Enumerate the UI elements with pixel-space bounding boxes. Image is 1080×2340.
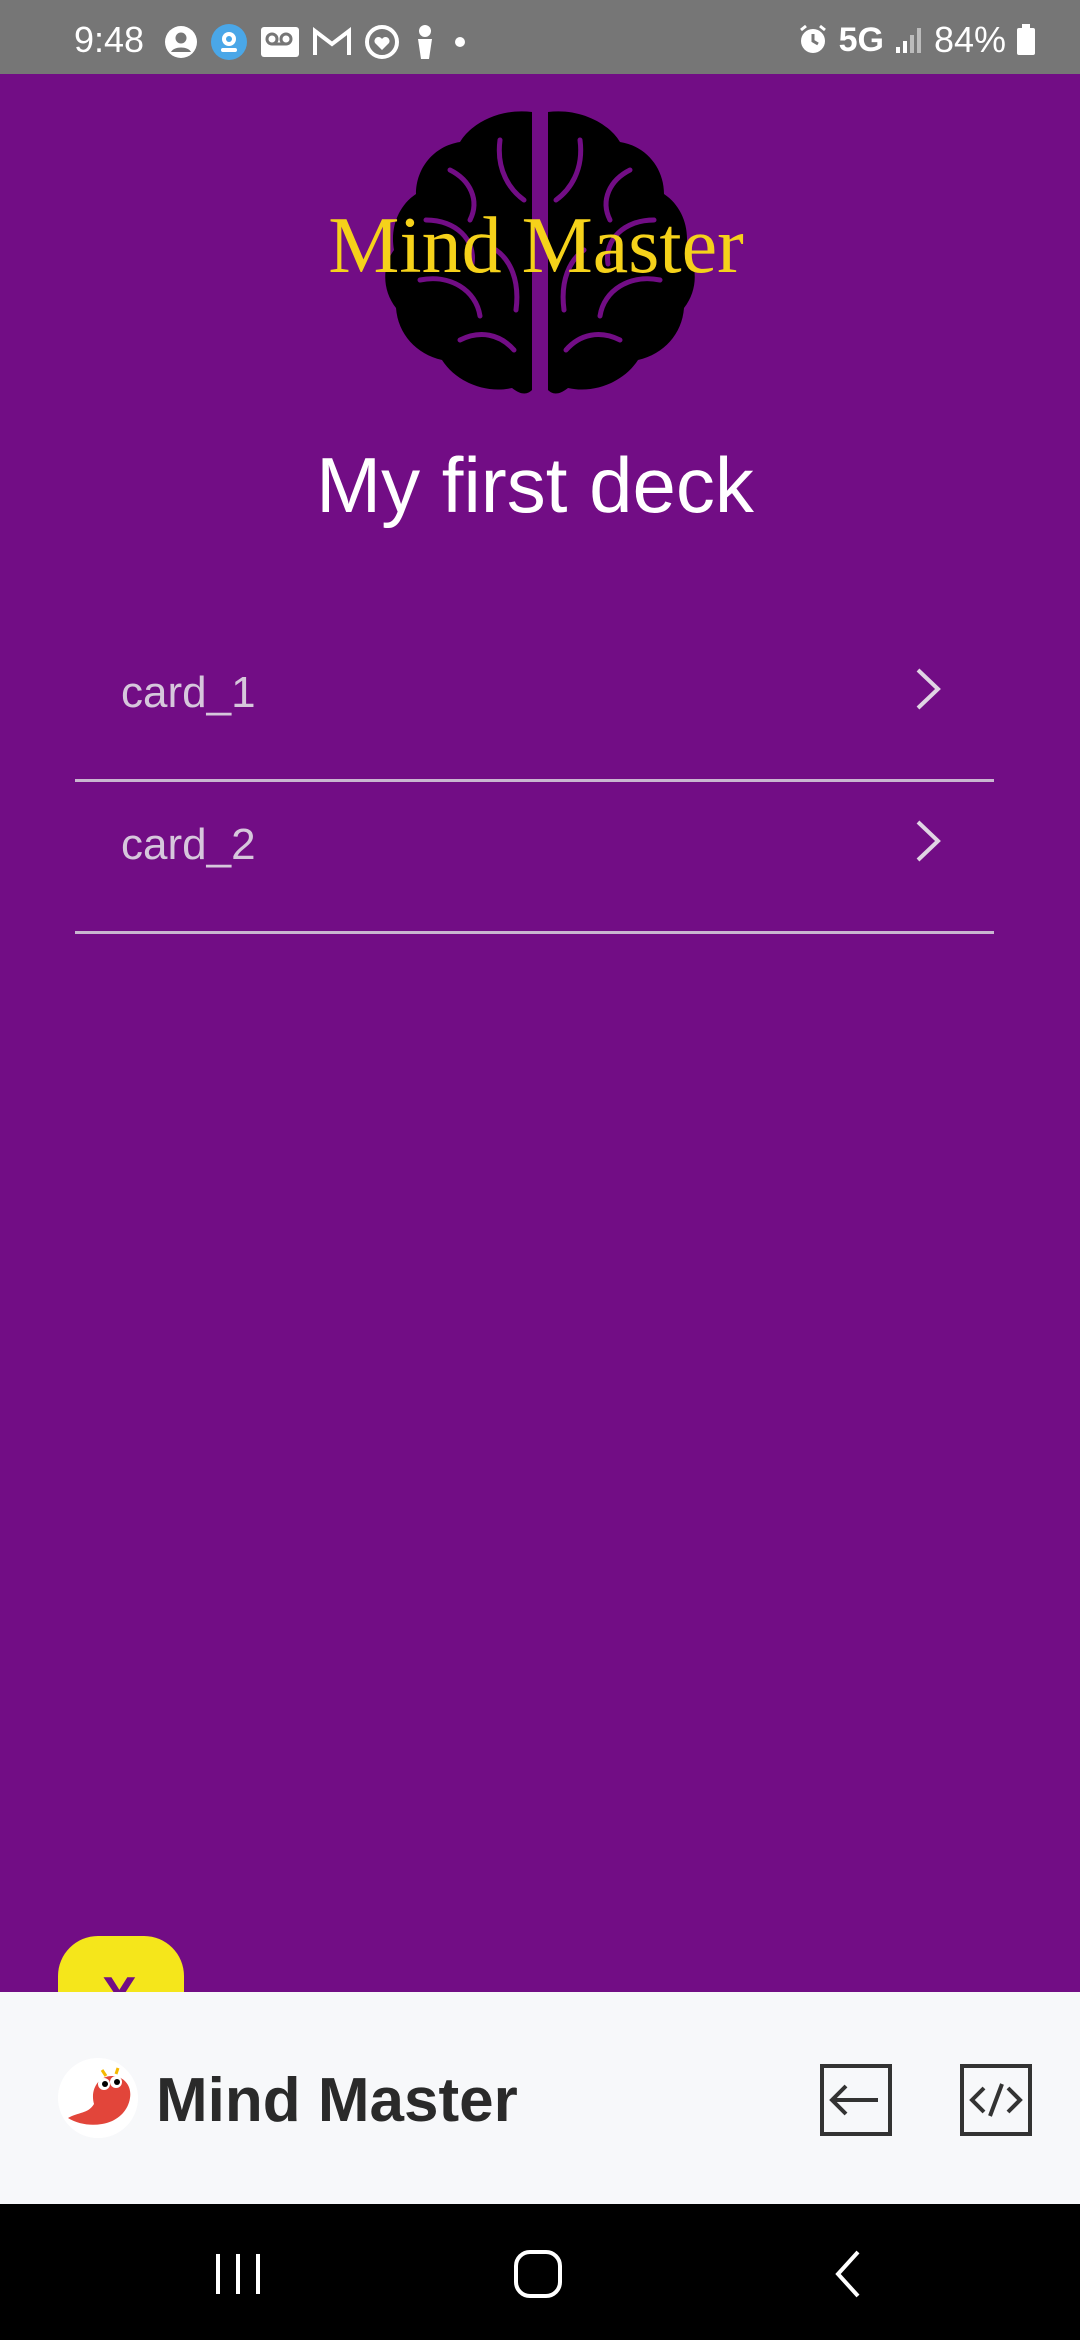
- dot-icon: [455, 37, 465, 47]
- card-list: card_1 card_2: [75, 630, 994, 934]
- location-icon: [211, 24, 247, 60]
- app-title: Mind Master: [156, 2066, 518, 2135]
- brain-icon: Mind Master: [328, 111, 744, 394]
- list-item[interactable]: card_2: [75, 782, 994, 934]
- mascot-icon: [58, 2058, 138, 2138]
- chevron-right-icon: [916, 668, 941, 710]
- battery-percent: 84%: [933, 19, 1006, 60]
- code-icon[interactable]: [958, 2062, 1034, 2138]
- voicemail-icon: [261, 27, 299, 57]
- network-type: 5G: [838, 21, 884, 59]
- status-right: 5G 84%: [797, 22, 1036, 58]
- home-icon[interactable]: [508, 2248, 568, 2300]
- heart-icon: [365, 25, 399, 59]
- mind-master-logo: Mind Master: [300, 100, 780, 420]
- app-avatar: [58, 2058, 138, 2138]
- deck-title: My first deck: [316, 441, 754, 529]
- signal-icon: [895, 28, 921, 53]
- bottom-app-bar: Mind Master: [0, 1992, 1080, 2204]
- figure-icon: [418, 25, 432, 59]
- notification-icons: [164, 22, 470, 62]
- battery-icon: [1017, 24, 1035, 55]
- card-label: card_2: [121, 820, 256, 869]
- status-bar: 9:48 5G 84%: [0, 0, 1080, 74]
- back-icon[interactable]: [820, 2248, 880, 2300]
- card-label: card_1: [121, 668, 256, 717]
- logo-text: Mind Master: [328, 202, 744, 290]
- chevron-right-icon: [916, 820, 941, 862]
- system-nav-bar: [0, 2204, 1080, 2340]
- gmail-icon: [313, 27, 351, 55]
- person-circle-icon: [165, 26, 197, 58]
- status-time: 9:48: [74, 19, 145, 60]
- alarm-icon: [799, 24, 826, 53]
- list-item[interactable]: card_1: [75, 630, 994, 782]
- recents-icon[interactable]: [208, 2248, 268, 2300]
- exit-icon[interactable]: [818, 2062, 894, 2138]
